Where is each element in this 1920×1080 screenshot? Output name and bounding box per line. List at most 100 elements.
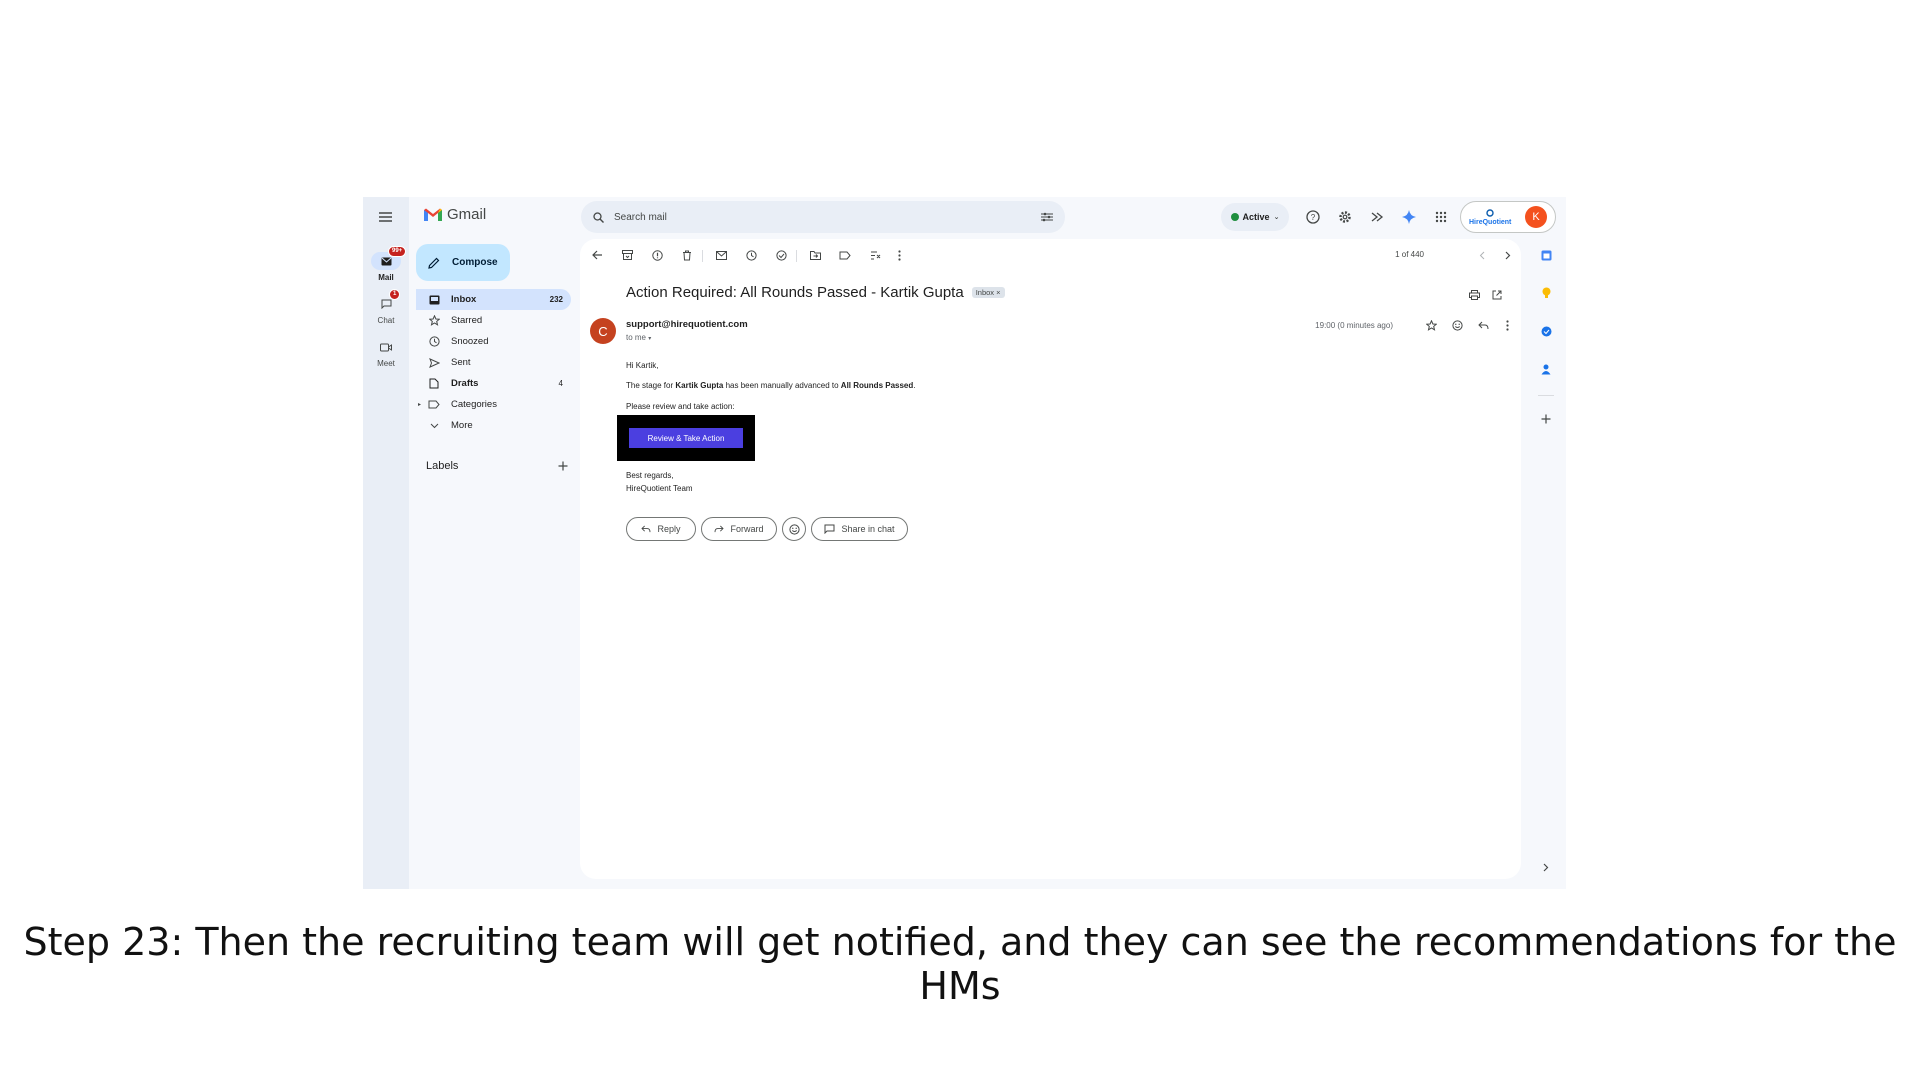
sender-email[interactable]: support@hirequotient.com [626,319,748,330]
gear-icon [1339,211,1351,223]
greeting-text: Hi Kartik, [626,361,659,370]
chevron-right-icon [1505,251,1511,259]
inbox-label-chip[interactable]: Inbox × [971,287,1005,298]
gemini-button[interactable] [1399,207,1419,227]
rail-meet[interactable]: Meet [363,338,409,368]
status-dot-icon [1230,213,1239,221]
nav-label-sent: Sent [451,357,471,368]
nav-label-more: More [451,420,473,431]
label-button[interactable] [836,246,854,264]
labels-section: Labels [426,460,568,472]
caret-down-icon: ▾ [648,336,652,342]
avatar[interactable]: K [1525,206,1547,228]
emoji-button[interactable] [782,517,806,541]
recipient-label: to me [626,333,647,342]
review-take-action-button[interactable]: Review & Take Action [629,428,743,448]
forward-icon [715,525,725,533]
recipient-line[interactable]: to me ▾ [626,333,651,342]
status-selector[interactable]: Active ⌄ [1221,203,1289,231]
older-button[interactable] [1499,246,1517,264]
reply-button[interactable]: Reply [626,517,696,541]
star-button[interactable] [1422,316,1440,334]
smiley-icon [788,523,800,535]
forward-button[interactable]: Forward [701,517,777,541]
rail-chat[interactable]: 1 Chat [363,289,409,325]
filter-button[interactable] [866,246,884,264]
stage-line-middle: has been manually advanced to [723,381,841,391]
open-new-window-button[interactable] [1488,286,1506,304]
help-button[interactable]: ? [1303,207,1323,227]
nav-item-sent[interactable]: Sent [416,352,571,373]
keep-button[interactable] [1536,283,1556,303]
nav-item-inbox[interactable]: Inbox 232 [416,289,571,310]
prompt-text: Please review and take action: [626,401,735,411]
add-task-button[interactable] [772,246,790,264]
nav-count-inbox: 232 [549,295,563,304]
lightbulb-icon [1542,287,1550,298]
contacts-button[interactable] [1536,359,1556,379]
calendar-button[interactable] [1536,245,1556,265]
rail-mail[interactable]: 99+ Mail [363,246,409,282]
expand-arrow-icon[interactable]: ▸ [418,401,421,408]
star-icon [1425,319,1437,331]
sender-avatar[interactable]: C [590,318,616,344]
search-options-icon[interactable] [1041,212,1053,222]
gmail-logo[interactable]: Gmail [423,206,486,223]
get-addons-button[interactable] [1536,409,1556,429]
nav-count-drafts: 4 [558,379,563,388]
emoji-reaction-button[interactable] [1448,316,1466,334]
nav-item-drafts[interactable]: Drafts 4 [416,373,571,394]
more-options-button[interactable] [890,246,908,264]
newer-button[interactable] [1473,246,1491,264]
contacts-icon [1541,364,1551,374]
stage-line-prefix: The stage for [626,381,676,391]
cta-highlight: Review & Take Action [617,415,755,461]
mail-unread-icon [715,250,727,260]
search-bar[interactable]: Search mail [581,201,1065,233]
nav-item-categories[interactable]: ▸ Categories [416,394,571,415]
back-button[interactable] [588,246,606,264]
nav-item-snoozed[interactable]: Snoozed [416,331,571,352]
tasks-button[interactable] [1536,321,1556,341]
report-spam-button[interactable] [648,246,666,264]
hirequotient-logo-icon [1486,208,1494,217]
settings-button[interactable] [1335,207,1355,227]
plus-icon [1541,414,1551,424]
add-label-icon[interactable] [558,461,568,471]
expand-panel-button[interactable] [1536,857,1556,877]
print-button[interactable] [1465,286,1483,304]
svg-text:?: ? [1311,213,1316,222]
nav-item-starred[interactable]: Starred [416,310,571,331]
inbox-chip-label: Inbox [975,288,995,297]
email-timestamp: 19:00 (0 minutes ago) [1315,321,1393,330]
inbox-icon [427,293,441,307]
gmail-m-icon [424,208,442,221]
mark-unread-button[interactable] [712,246,730,264]
nav-item-more[interactable]: More [416,415,571,436]
compose-button[interactable]: Compose [416,244,510,281]
share-in-chat-button[interactable]: Share in chat [811,517,908,541]
share-in-chat-label: Share in chat [841,524,895,534]
extension-button[interactable] [1367,207,1387,227]
search-icon [593,211,604,223]
main-menu-button[interactable] [375,207,395,227]
video-icon [371,338,401,356]
gmail-window: 99+ Mail 1 Chat Meet Gmail Search mail A… [363,197,1566,889]
compose-label: Compose [452,257,498,268]
delete-button[interactable] [678,246,696,264]
app-rail: 99+ Mail 1 Chat Meet [363,197,409,889]
more-vertical-icon [1505,319,1509,331]
search-input[interactable]: Search mail [614,212,1041,223]
snooze-button[interactable] [742,246,760,264]
account-switcher[interactable]: HireQuotient K [1460,201,1556,233]
reply-icon-button[interactable] [1474,316,1492,334]
folder-move-icon [809,250,821,260]
apps-button[interactable] [1431,207,1451,227]
archive-button[interactable] [618,246,636,264]
message-more-button[interactable] [1498,316,1516,334]
nav-label-snoozed: Snoozed [451,336,489,347]
side-divider [1538,395,1554,396]
side-panel [1526,239,1566,889]
move-to-button[interactable] [806,246,824,264]
reply-icon [641,525,651,533]
